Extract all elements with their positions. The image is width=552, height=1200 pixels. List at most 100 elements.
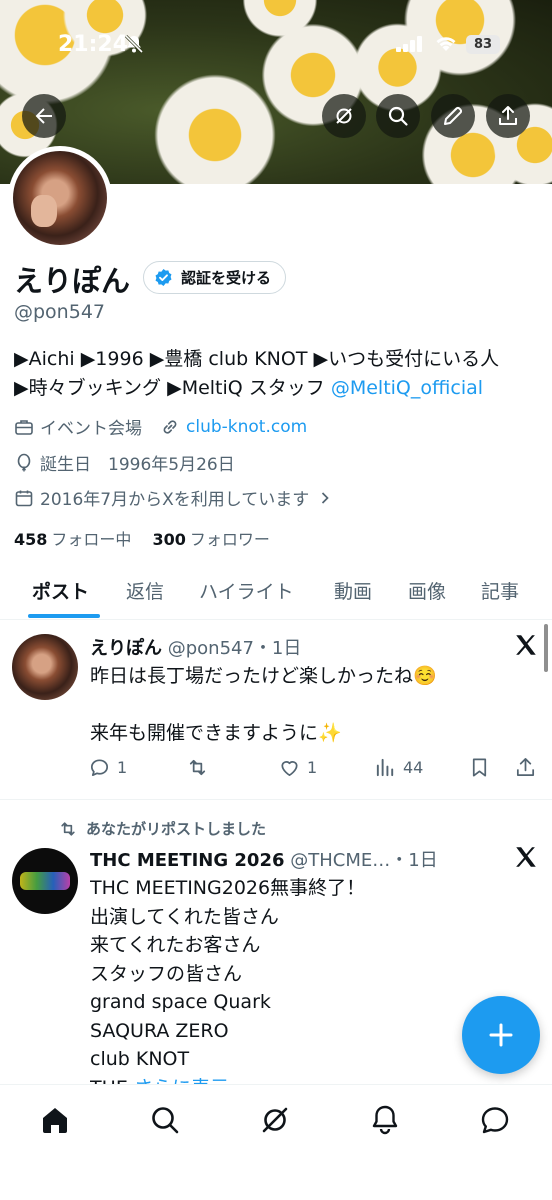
following-count: 458 [14,530,48,549]
tweet-handle-time: @pon547・1日 [167,638,302,659]
wifi-icon [436,37,456,51]
reply-icon [90,759,109,777]
profile-avatar[interactable] [8,146,112,250]
home-icon [43,1108,67,1133]
search-button[interactable] [376,94,420,138]
bottom-navigation [0,1084,552,1200]
tweet-actions: 1 1 44 [88,756,540,786]
status-bar: 21:24 83 [0,0,552,70]
bookmark-button[interactable] [468,756,497,779]
profile-bio: ▶Aichi ▶1996 ▶豊橋 club KNOT ▶いつも受付にいる人 ▶時… [14,345,544,403]
battery-indicator: 83 [466,35,500,54]
tweet-header: THC MEETING 2026 @THCME…・1日 [90,846,438,872]
nav-search[interactable] [148,1103,182,1137]
compose-button[interactable] [462,996,540,1074]
profile-birthday: 誕生日 1996年5月26日 [14,450,235,475]
x-logo-icon [516,635,536,655]
tab-videos[interactable]: 動画 [334,577,372,604]
tweet-line: SAQURA ZERO [90,1019,229,1042]
heart-icon [281,761,298,777]
repost-button[interactable] [186,756,215,779]
nav-messages[interactable] [478,1103,512,1137]
repost-note: あなたがリポストしました [58,818,266,839]
get-verified-label: 認証を受ける [181,269,272,287]
link-icon [163,419,177,434]
nav-notifications[interactable] [368,1103,402,1137]
bio-line: ▶時々ブッキング ▶MeltiQ スタッフ @MeltiQ_official [14,374,544,403]
back-button[interactable] [22,94,66,138]
search-icon [388,106,408,126]
following-link[interactable]: 458 フォロー中 [14,530,131,549]
profile-joined[interactable]: 2016年7月からXを利用しています [14,485,339,510]
reply-count: 1 [117,758,128,777]
share-icon [499,106,517,125]
bell-icon [372,1105,398,1135]
tweet-avatar[interactable] [12,848,78,914]
tweet-share-button[interactable] [514,756,543,779]
nav-home[interactable] [38,1103,72,1137]
signal-icon [396,36,422,52]
tab-highlights[interactable]: ハイライト [199,577,294,604]
share-button[interactable] [486,94,530,138]
edit-button[interactable] [431,94,475,138]
share-icon [516,758,535,777]
profile-handle: @pon547 [14,301,105,323]
grok-icon [262,1107,288,1133]
tweet-line: 来年も開催できますように✨ [90,722,342,744]
like-count: 1 [307,758,318,777]
bio-line: ▶Aichi ▶1996 ▶豊橋 club KNOT ▶いつも受付にいる人 [14,348,500,370]
following-label: フォロー中 [51,530,132,549]
tweet-line [90,691,437,720]
tweet-line: THC MEETING2026無事終了！ [90,877,366,899]
plus-icon [489,1023,513,1047]
tab-posts[interactable]: ポスト [32,577,89,604]
tweet-text: 昨日は長丁場だったけど楽しかったね☺️ 来年も開催できますように✨ [90,662,437,748]
followers-label: フォロワー [189,530,270,549]
x-logo-icon [516,847,536,867]
tab-images[interactable]: 画像 [408,577,446,604]
tweet[interactable]: えりぽん @pon547・1日 昨日は長丁場だったけど楽しかったね☺️ 来年も開… [0,620,552,800]
profile-category: イベント会場 club-knot.com [14,414,307,439]
chevron-right-icon [322,491,329,504]
view-count: 44 [403,758,424,777]
follow-stats: 458 フォロー中 300 フォロワー [14,526,270,550]
tweet-handle-time: @THCME…・1日 [290,850,438,871]
views-button[interactable]: 44 [374,756,423,779]
get-verified-button[interactable]: 認証を受ける [143,261,287,294]
profile-tabs: ポスト 返信 ハイライト 動画 画像 記事 [0,566,552,620]
grok-button[interactable] [322,94,366,138]
views-icon [376,758,394,777]
website-link[interactable]: club-knot.com [186,417,307,437]
tab-replies[interactable]: 返信 [126,577,164,604]
status-time: 21:24 [58,32,129,57]
tweet-divider [0,799,552,800]
followers-link[interactable]: 300 フォロワー [153,530,270,549]
category-label: イベント会場 [40,419,142,439]
chat-icon [481,1107,509,1134]
briefcase-icon [15,419,33,435]
followers-count: 300 [152,530,186,549]
reply-button[interactable]: 1 [88,756,127,779]
repost-note-label: あなたがリポストしました [86,820,267,838]
repost-icon [189,759,206,776]
tab-articles[interactable]: 記事 [481,577,519,604]
tweet-line: スタッフの皆さん [90,962,243,985]
like-button[interactable]: 1 [278,756,317,779]
balloon-icon [17,453,31,471]
tweet-author-name[interactable]: えりぽん [90,638,162,659]
tweet-avatar[interactable] [12,634,78,700]
tweet-line: club KNOT [90,1048,190,1070]
nav-grok[interactable] [258,1103,292,1137]
display-name: えりぽん [14,264,131,298]
joined-label: 2016年7月からXを利用しています [40,490,310,510]
tweet-line: 昨日は長丁場だったけど楽しかったね☺️ [90,665,437,687]
tweet-line: 出演してくれた皆さん [90,905,279,928]
bell-slash-icon [124,34,144,54]
verified-badge-icon [155,268,172,287]
tweet-author-name[interactable]: THC MEETING 2026 [90,850,285,871]
repost-icon [61,821,75,836]
bio-mention-link[interactable]: @MeltiQ_official [331,377,483,399]
scrollbar[interactable] [544,624,548,672]
birthday-label: 誕生日 1996年5月26日 [40,455,235,475]
grok-icon [336,108,352,124]
